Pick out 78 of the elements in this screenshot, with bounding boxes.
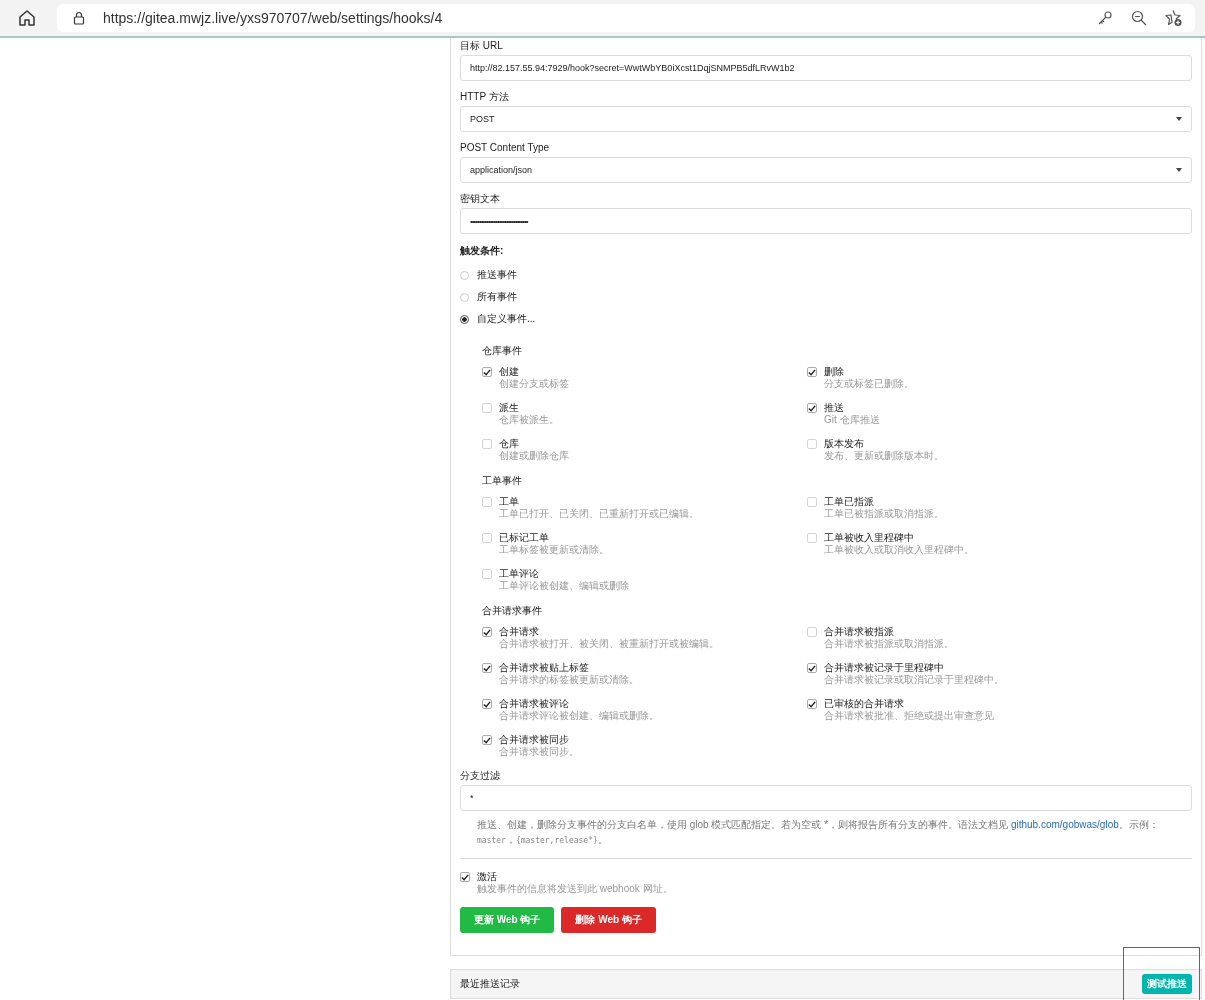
key-icon[interactable] <box>1097 10 1113 26</box>
group-title: 仓库事件 <box>482 344 523 358</box>
field-label: HTTP 方法 <box>460 91 510 103</box>
branch-filter-field[interactable]: * <box>460 785 1192 811</box>
checkbox-description: 合并请求的标签被更新或清除。 <box>499 674 639 686</box>
link[interactable]: github.com/gobwas/glob <box>1010 819 1119 830</box>
address-bar[interactable]: https://gitea.mwjz.live/yxs970707/web/settings/hooks/4 <box>57 4 1195 32</box>
checkbox-label: 工单已指派 <box>824 496 875 508</box>
checkbox-label: 合并请求被评论 <box>499 698 570 710</box>
checkbox-description: 创建或删除仓库 <box>499 450 569 462</box>
checkbox-label: 推送 <box>824 402 845 414</box>
checkbox-label: 派生 <box>499 402 520 414</box>
checkbox[interactable] <box>482 699 492 709</box>
radio-label: 所有事件 <box>477 290 517 304</box>
radio-button[interactable] <box>460 314 469 324</box>
radio-label: 自定义事件... <box>477 312 536 326</box>
dropdown[interactable]: POST <box>460 106 1192 132</box>
field-label: 密钥文本 <box>460 193 501 205</box>
dropdown-icon <box>1176 168 1182 172</box>
checkbox-label: 创建 <box>499 366 520 378</box>
checkbox-label: 合并请求被指派 <box>824 626 895 638</box>
checkbox[interactable] <box>807 699 817 709</box>
checkbox[interactable] <box>807 403 817 413</box>
checkbox-label: 工单被收入里程碑中 <box>824 532 915 544</box>
group-title: 工单事件 <box>482 474 523 488</box>
radio-label: 推送事件 <box>477 268 517 282</box>
checkbox-description: 分支或标签已删除。 <box>824 378 914 390</box>
lock-icon <box>73 11 85 25</box>
checkbox[interactable] <box>482 627 492 637</box>
checkbox-description: 工单已打开、已关闭、已重新打开或已编辑。 <box>499 508 699 520</box>
checkbox-label: 工单评论 <box>499 568 540 580</box>
checkbox-description: 合并请求被指派或取消指派。 <box>824 638 954 650</box>
checkbox-label: 合并请求被贴上标签 <box>499 662 590 674</box>
home-icon[interactable] <box>18 9 36 27</box>
checkbox-label: 合并请求被记录于里程碑中 <box>824 662 945 674</box>
checkbox-description: 工单已被指派或取消指派。 <box>824 508 944 520</box>
checkbox-description: 触发事件的信息将发送到此 webhook 网址。 <box>477 883 673 895</box>
checkbox-label: 合并请求 <box>499 626 540 638</box>
checkbox-label: 合并请求被同步 <box>499 734 570 746</box>
checkbox-label: 工单 <box>499 496 520 508</box>
checkbox[interactable] <box>807 663 817 673</box>
checkbox[interactable] <box>482 663 492 673</box>
help-text: 推送、创建，删除分支事件的分支白名单，使用 glob 模式匹配指定。若为空或 *，则将报告所有分支的事件。语法文档见 github.com/gobwas/glob。示例： master，{master,release*}。 <box>477 818 1160 847</box>
zoom-out-icon[interactable] <box>1131 10 1147 26</box>
checkbox-description: 合并请求评论被创建、编辑或删除。 <box>499 710 659 722</box>
checkbox-label: 仓库 <box>499 438 520 450</box>
trigger-label: 触发条件: <box>460 244 505 258</box>
dropdown[interactable]: application/json <box>460 157 1192 183</box>
checkbox-description: Git 仓库推送 <box>824 414 880 426</box>
checkbox[interactable] <box>482 735 492 745</box>
field-label: 目标 URL <box>460 40 504 52</box>
checkbox-description: 合并请求被批准、拒绝或提出审查意见 <box>824 710 994 722</box>
checkbox-description: 合并请求被打开、被关闭、被重新打开或被编辑。 <box>499 638 719 650</box>
dropdown-icon <box>1176 117 1182 121</box>
checkbox-description: 创建分支或标签 <box>499 378 569 390</box>
checkbox-description: 工单被收入或取消收入里程碑中。 <box>824 544 974 556</box>
checkbox[interactable] <box>482 367 492 377</box>
checkbox[interactable] <box>460 872 470 882</box>
checkbox-label: 删除 <box>824 366 845 378</box>
checkbox[interactable] <box>807 367 817 377</box>
field-label: 分支过滤 <box>460 770 501 782</box>
checkbox-label: 版本发布 <box>824 438 864 450</box>
checkbox-description: 工单评论被创建、编辑或删除 <box>499 580 629 592</box>
checkbox-description: 合并请求被同步。 <box>499 746 579 758</box>
password-field[interactable]: •••••••••••••••••••••••••••••••• <box>460 208 1192 234</box>
checkbox-description: 发布、更新或删除版本时。 <box>824 450 944 462</box>
section-title: 最近推送记录 <box>460 977 520 991</box>
checkbox-label: 已审核的合并请求 <box>824 698 905 710</box>
checkbox-label: 已标记工单 <box>499 532 550 544</box>
url-text: https://gitea.mwjz.live/yxs970707/web/settings/hooks/4 <box>103 10 443 26</box>
checkbox-label: 激活 <box>477 871 498 883</box>
checkbox-description: 合并请求被记录或取消记录于里程碑中。 <box>824 674 1004 686</box>
url-field[interactable]: http://82.157.55.94:7929/hook?secret=WwtWbYB0iXcst1DqjSNMPB5dfLRvW1b2 <box>460 55 1192 81</box>
field-label: POST Content Type <box>460 142 551 154</box>
delete-button[interactable]: 删除 Web 钩子 <box>561 907 656 933</box>
checkbox-description: 仓库被派生。 <box>499 414 559 426</box>
checkbox-description: 工单标签被更新或清除。 <box>499 544 609 556</box>
group-title: 合并请求事件 <box>482 604 543 618</box>
